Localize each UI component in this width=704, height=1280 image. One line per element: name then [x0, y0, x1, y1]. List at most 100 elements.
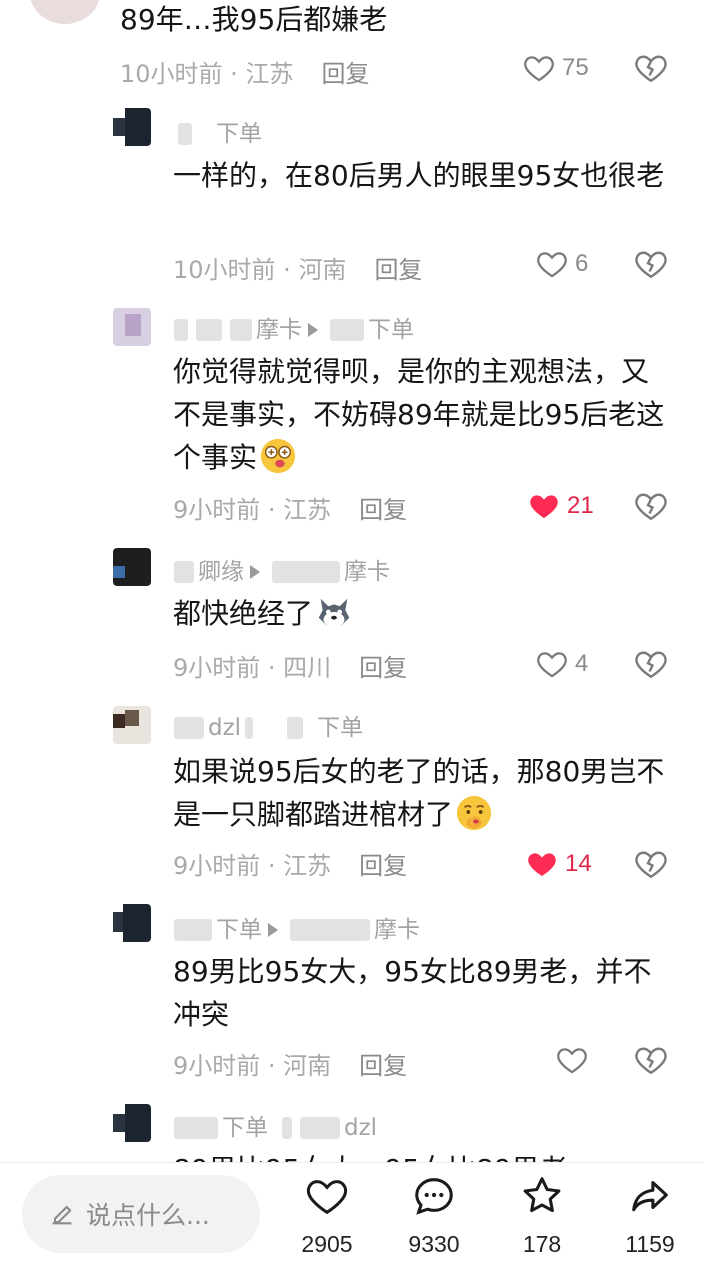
- username-text: dzl: [344, 1115, 378, 1141]
- comment-text: 89男比95女大，95女比89男老，并不冲突: [173, 955, 652, 1031]
- avatar[interactable]: [113, 904, 151, 942]
- favorite-action-button[interactable]: 178: [497, 1173, 587, 1258]
- comment-meta: 9小时前 · 河南 回复: [173, 1052, 408, 1080]
- dislike-icon[interactable]: [633, 846, 669, 882]
- bottom-action-bar: 说点什么... 2905 9330 178 1159: [0, 1162, 704, 1280]
- avatar[interactable]: [113, 108, 151, 146]
- reply-button[interactable]: 回复: [359, 1052, 407, 1080]
- dislike-icon[interactable]: [633, 646, 669, 682]
- favorite-action-count: 178: [522, 1231, 562, 1257]
- share-arrow-icon: [632, 1181, 668, 1212]
- like-count: 4: [575, 650, 589, 677]
- reply-arrow-icon: [268, 923, 278, 937]
- comment-username[interactable]: dzl 下单: [174, 708, 363, 742]
- comment-item: 卿缘 摩卡 都快绝经了 9小时前 · 四川 回复 4: [0, 544, 704, 694]
- comment-item: 89年…我95后都嫌老 10小时前 · 江苏 回复 75: [0, 0, 704, 100]
- comment-text: 如果说95后女的老了的话，那80男岂不是一只脚都踏进棺材了: [173, 750, 673, 836]
- like-count: 6: [575, 250, 589, 277]
- comment-time: 10小时前: [120, 60, 223, 88]
- like-action-button[interactable]: 2905: [282, 1173, 372, 1258]
- dislike-icon[interactable]: [633, 1042, 669, 1078]
- comment-text: 一样的，在80后男人的眼里95女也很老: [173, 159, 665, 192]
- heart-filled-icon: [528, 853, 556, 877]
- comment-text: 你觉得就觉得呗，是你的主观想法，又不是事实，不妨碍89年就是比95后老这个事实: [173, 350, 673, 479]
- avatar[interactable]: [30, 0, 100, 24]
- comment-meta: 10小时前 · 河南 回复: [173, 256, 423, 284]
- comment-meta: 9小时前 · 江苏 回复: [173, 496, 408, 524]
- avatar[interactable]: [113, 706, 151, 744]
- reply-arrow-icon: [250, 565, 260, 579]
- username-text: 下单: [368, 317, 414, 343]
- reply-button[interactable]: 回复: [374, 256, 422, 284]
- like-button[interactable]: 14: [525, 844, 592, 884]
- husky-emoji-icon: [318, 598, 350, 628]
- dislike-icon[interactable]: [633, 488, 669, 524]
- username-text: 下单: [216, 121, 262, 147]
- comment-text: 都快绝经了: [173, 592, 673, 635]
- comment-input[interactable]: 说点什么...: [22, 1175, 260, 1253]
- like-count: 21: [567, 492, 594, 519]
- comment-time: 9小时前: [173, 852, 261, 880]
- comment-location: 江苏: [283, 496, 332, 524]
- comment-username[interactable]: 下单 dzl: [174, 1108, 377, 1142]
- avatar[interactable]: [113, 548, 151, 586]
- comment-item: 下单 一样的，在80后男人的眼里95女也很老 10小时前 · 河南 回复 6: [0, 104, 704, 294]
- reply-button[interactable]: 回复: [359, 654, 407, 682]
- heart-filled-icon: [530, 495, 558, 519]
- reply-button[interactable]: 回复: [321, 60, 369, 88]
- dizzy-face-emoji-icon: [260, 438, 296, 474]
- heart-outline-icon: [524, 56, 554, 82]
- comment-location: 河南: [283, 1052, 332, 1080]
- comment-location: 河南: [298, 256, 347, 284]
- username-text: 下单: [222, 1115, 268, 1141]
- username-text: 摩卡: [344, 559, 390, 585]
- username-text: 摩卡: [256, 317, 302, 343]
- like-button[interactable]: 21: [527, 486, 594, 526]
- like-action-count: 2905: [301, 1231, 353, 1257]
- comment-input-placeholder: 说点什么...: [86, 1201, 210, 1230]
- dislike-icon[interactable]: [633, 246, 669, 282]
- comment-location: 江苏: [283, 852, 332, 880]
- heart-outline-icon: [557, 1048, 587, 1074]
- comment-meta: 9小时前 · 四川 回复: [173, 654, 408, 682]
- comment-text-content: 都快绝经了: [173, 597, 314, 630]
- comment-action-button[interactable]: 9330: [389, 1173, 479, 1258]
- shushing-face-emoji-icon: [456, 795, 492, 831]
- username-text: 摩卡: [374, 917, 420, 943]
- dislike-icon[interactable]: [633, 50, 669, 86]
- like-button[interactable]: 75: [522, 48, 589, 88]
- reply-button[interactable]: 回复: [359, 852, 407, 880]
- comment-item: 下单 摩卡 89男比95女大，95女比89男老，并不冲突 9小时前 · 河南 回复: [0, 900, 704, 1090]
- username-text: dzl: [208, 715, 242, 741]
- heart-icon: [306, 1180, 348, 1215]
- like-button[interactable]: 6: [535, 244, 588, 284]
- like-count: 75: [562, 54, 589, 81]
- avatar[interactable]: [113, 308, 151, 346]
- share-action-button[interactable]: 1159: [605, 1173, 695, 1258]
- heart-outline-icon: [537, 652, 567, 678]
- comment-username[interactable]: 卿缘 摩卡: [174, 552, 390, 586]
- comment-bubble-icon: [415, 1178, 453, 1215]
- username-text: 下单: [317, 715, 364, 741]
- like-button[interactable]: 4: [535, 644, 588, 684]
- comment-action-count: 9330: [408, 1231, 460, 1257]
- comment-location: 江苏: [245, 60, 294, 88]
- comment-username[interactable]: 下单 摩卡: [174, 910, 420, 944]
- avatar[interactable]: [113, 1104, 151, 1142]
- comment-text-content: 你觉得就觉得呗，是你的主观想法，又不是事实，不妨碍89年就是比95后老这个事实: [173, 355, 665, 474]
- reply-arrow-icon: [308, 323, 318, 337]
- comment-time: 9小时前: [173, 1052, 261, 1080]
- username-text: 下单: [216, 917, 262, 943]
- like-count: 14: [565, 850, 592, 877]
- comment-username[interactable]: 下单: [174, 114, 262, 148]
- comment-meta: 9小时前 · 江苏 回复: [173, 852, 408, 880]
- share-action-count: 1159: [625, 1231, 675, 1257]
- username-text: 卿缘: [198, 559, 244, 585]
- comment-location: 四川: [283, 654, 332, 682]
- comment-username[interactable]: 摩卡 下单: [174, 310, 414, 344]
- comment-text-content: 如果说95后女的老了的话，那80男岂不是一只脚都踏进棺材了: [173, 755, 665, 831]
- comment-meta: 10小时前 · 江苏 回复: [120, 60, 370, 88]
- heart-outline-icon: [537, 252, 567, 278]
- reply-button[interactable]: 回复: [359, 496, 407, 524]
- like-button[interactable]: [555, 1040, 595, 1080]
